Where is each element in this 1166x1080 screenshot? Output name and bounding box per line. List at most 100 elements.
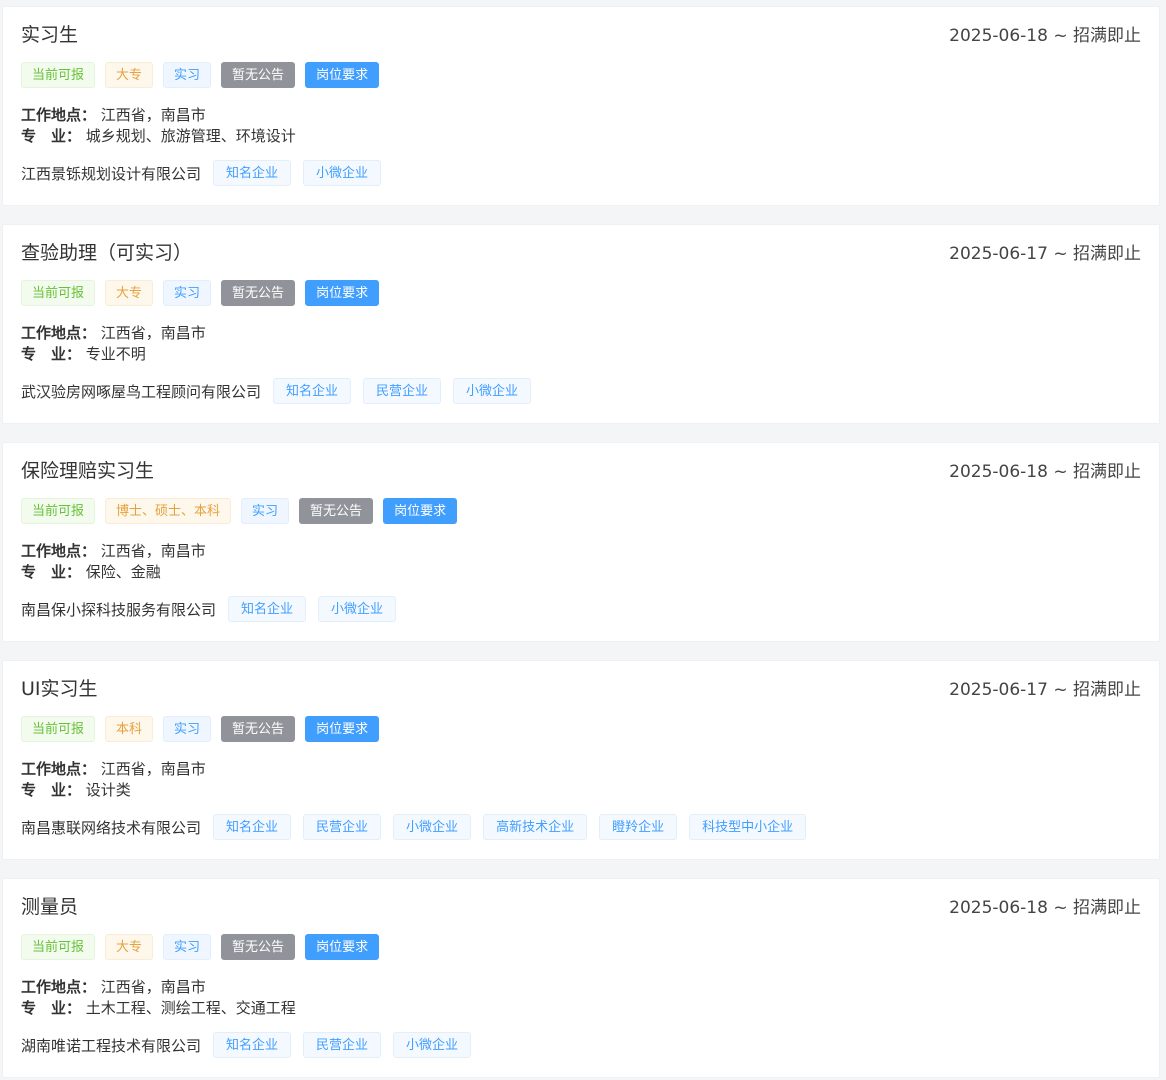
requirements-button[interactable]: 岗位要求 xyxy=(305,934,380,960)
education-tag: 本科 xyxy=(105,716,154,742)
education-tag: 大专 xyxy=(105,934,154,960)
location-label: 工作地点： xyxy=(21,978,97,996)
job-date-range: 2025-06-17 ~ 招满即止 xyxy=(949,680,1141,700)
location-label: 工作地点： xyxy=(21,324,97,342)
location-row: 工作地点： 江西省，南昌市 xyxy=(21,323,206,343)
major-label: 专 业： xyxy=(21,781,82,799)
requirements-button[interactable]: 岗位要求 xyxy=(383,498,458,524)
requirements-button[interactable]: 岗位要求 xyxy=(305,716,380,742)
job-date-range: 2025-06-17 ~ 招满即止 xyxy=(949,244,1141,264)
company-tag: 知名企业 xyxy=(228,596,307,622)
job-card[interactable]: 查验助理（可实习） 2025-06-17 ~ 招满即止 当前可报 大专 实习 暂… xyxy=(2,224,1160,424)
company-tag: 小微企业 xyxy=(453,378,532,404)
company-tag: 小微企业 xyxy=(318,596,397,622)
job-card[interactable]: 测量员 2025-06-18 ~ 招满即止 当前可报 大专 实习 暂无公告 岗位… xyxy=(2,878,1160,1078)
company-tag: 民营企业 xyxy=(303,814,382,840)
company-tag: 民营企业 xyxy=(303,1032,382,1058)
company-tag: 知名企业 xyxy=(213,814,292,840)
location-row: 工作地点： 江西省，南昌市 xyxy=(21,977,206,997)
status-tag: 当前可报 xyxy=(21,62,96,88)
major-label: 专 业： xyxy=(21,127,82,145)
major-label: 专 业： xyxy=(21,999,82,1017)
major-value: 土木工程、测绘工程、交通工程 xyxy=(85,999,296,1017)
company-tag: 高新技术企业 xyxy=(483,814,588,840)
major-value: 专业不明 xyxy=(85,345,146,363)
company-tag: 小微企业 xyxy=(303,160,382,186)
job-type-tag: 实习 xyxy=(163,934,212,960)
company-name[interactable]: 南昌惠联网络技术有限公司 xyxy=(21,817,201,838)
status-tag: 当前可报 xyxy=(21,280,96,306)
status-tag: 当前可报 xyxy=(21,934,96,960)
company-tag: 知名企业 xyxy=(213,1032,292,1058)
company-row: 南昌保小探科技服务有限公司 知名企业 小微企业 xyxy=(21,595,397,623)
job-date-range: 2025-06-18 ~ 招满即止 xyxy=(949,462,1141,482)
job-title[interactable]: 保险理赔实习生 xyxy=(21,459,154,483)
location-value: 江西省，南昌市 xyxy=(100,760,206,778)
location-value: 江西省，南昌市 xyxy=(100,324,206,342)
job-tags: 当前可报 大专 实习 暂无公告 岗位要求 xyxy=(21,279,380,307)
announcement-button[interactable]: 暂无公告 xyxy=(221,934,296,960)
company-tag: 瞪羚企业 xyxy=(599,814,678,840)
requirements-button[interactable]: 岗位要求 xyxy=(305,62,380,88)
announcement-button[interactable]: 暂无公告 xyxy=(299,498,374,524)
major-value: 保险、金融 xyxy=(85,563,161,581)
job-type-tag: 实习 xyxy=(163,280,212,306)
major-label: 专 业： xyxy=(21,563,82,581)
job-title[interactable]: 实习生 xyxy=(21,23,78,47)
location-value: 江西省，南昌市 xyxy=(100,978,206,996)
education-tag: 博士、硕士、本科 xyxy=(105,498,232,524)
announcement-button[interactable]: 暂无公告 xyxy=(221,280,296,306)
job-type-tag: 实习 xyxy=(163,62,212,88)
announcement-button[interactable]: 暂无公告 xyxy=(221,716,296,742)
company-row: 武汉验房网啄屋鸟工程顾问有限公司 知名企业 民营企业 小微企业 xyxy=(21,377,532,405)
major-value: 城乡规划、旅游管理、环境设计 xyxy=(85,127,296,145)
requirements-button[interactable]: 岗位要求 xyxy=(305,280,380,306)
company-tag: 民营企业 xyxy=(363,378,442,404)
location-row: 工作地点： 江西省，南昌市 xyxy=(21,759,206,779)
major-row: 专 业： 专业不明 xyxy=(21,344,146,364)
job-type-tag: 实习 xyxy=(163,716,212,742)
job-card[interactable]: 实习生 2025-06-18 ~ 招满即止 当前可报 大专 实习 暂无公告 岗位… xyxy=(2,6,1160,206)
job-tags: 当前可报 大专 实习 暂无公告 岗位要求 xyxy=(21,61,380,89)
job-tags: 当前可报 博士、硕士、本科 实习 暂无公告 岗位要求 xyxy=(21,497,458,525)
major-row: 专 业： 土木工程、测绘工程、交通工程 xyxy=(21,998,296,1018)
job-date-range: 2025-06-18 ~ 招满即止 xyxy=(949,26,1141,46)
location-label: 工作地点： xyxy=(21,106,97,124)
company-name[interactable]: 江西景铄规划设计有限公司 xyxy=(21,163,201,184)
company-tag: 知名企业 xyxy=(273,378,352,404)
company-row: 江西景铄规划设计有限公司 知名企业 小微企业 xyxy=(21,159,382,187)
job-tags: 当前可报 大专 实习 暂无公告 岗位要求 xyxy=(21,933,380,961)
major-row: 专 业： 城乡规划、旅游管理、环境设计 xyxy=(21,126,296,146)
location-value: 江西省，南昌市 xyxy=(100,542,206,560)
location-label: 工作地点： xyxy=(21,542,97,560)
job-title[interactable]: 查验助理（可实习） xyxy=(21,241,192,265)
announcement-button[interactable]: 暂无公告 xyxy=(221,62,296,88)
job-title[interactable]: UI实习生 xyxy=(21,677,98,701)
status-tag: 当前可报 xyxy=(21,716,96,742)
major-label: 专 业： xyxy=(21,345,82,363)
company-name[interactable]: 武汉验房网啄屋鸟工程顾问有限公司 xyxy=(21,381,261,402)
job-list: 实习生 2025-06-18 ~ 招满即止 当前可报 大专 实习 暂无公告 岗位… xyxy=(0,0,1166,1080)
job-type-tag: 实习 xyxy=(241,498,290,524)
location-row: 工作地点： 江西省，南昌市 xyxy=(21,541,206,561)
company-tag: 小微企业 xyxy=(393,1032,472,1058)
company-tag: 知名企业 xyxy=(213,160,292,186)
company-tag: 科技型中小企业 xyxy=(689,814,807,840)
major-value: 设计类 xyxy=(85,781,131,799)
job-card[interactable]: 保险理赔实习生 2025-06-18 ~ 招满即止 当前可报 博士、硕士、本科 … xyxy=(2,442,1160,642)
location-label: 工作地点： xyxy=(21,760,97,778)
company-row: 湖南唯诺工程技术有限公司 知名企业 民营企业 小微企业 xyxy=(21,1031,472,1059)
job-card[interactable]: UI实习生 2025-06-17 ~ 招满即止 当前可报 本科 实习 暂无公告 … xyxy=(2,660,1160,860)
company-row: 南昌惠联网络技术有限公司 知名企业 民营企业 小微企业 高新技术企业 瞪羚企业 … xyxy=(21,813,807,841)
company-tag: 小微企业 xyxy=(393,814,472,840)
education-tag: 大专 xyxy=(105,62,154,88)
job-tags: 当前可报 本科 实习 暂无公告 岗位要求 xyxy=(21,715,380,743)
company-name[interactable]: 南昌保小探科技服务有限公司 xyxy=(21,599,216,620)
status-tag: 当前可报 xyxy=(21,498,96,524)
job-title[interactable]: 测量员 xyxy=(21,895,78,919)
education-tag: 大专 xyxy=(105,280,154,306)
company-name[interactable]: 湖南唯诺工程技术有限公司 xyxy=(21,1035,201,1056)
location-row: 工作地点： 江西省，南昌市 xyxy=(21,105,206,125)
location-value: 江西省，南昌市 xyxy=(100,106,206,124)
major-row: 专 业： 保险、金融 xyxy=(21,562,161,582)
